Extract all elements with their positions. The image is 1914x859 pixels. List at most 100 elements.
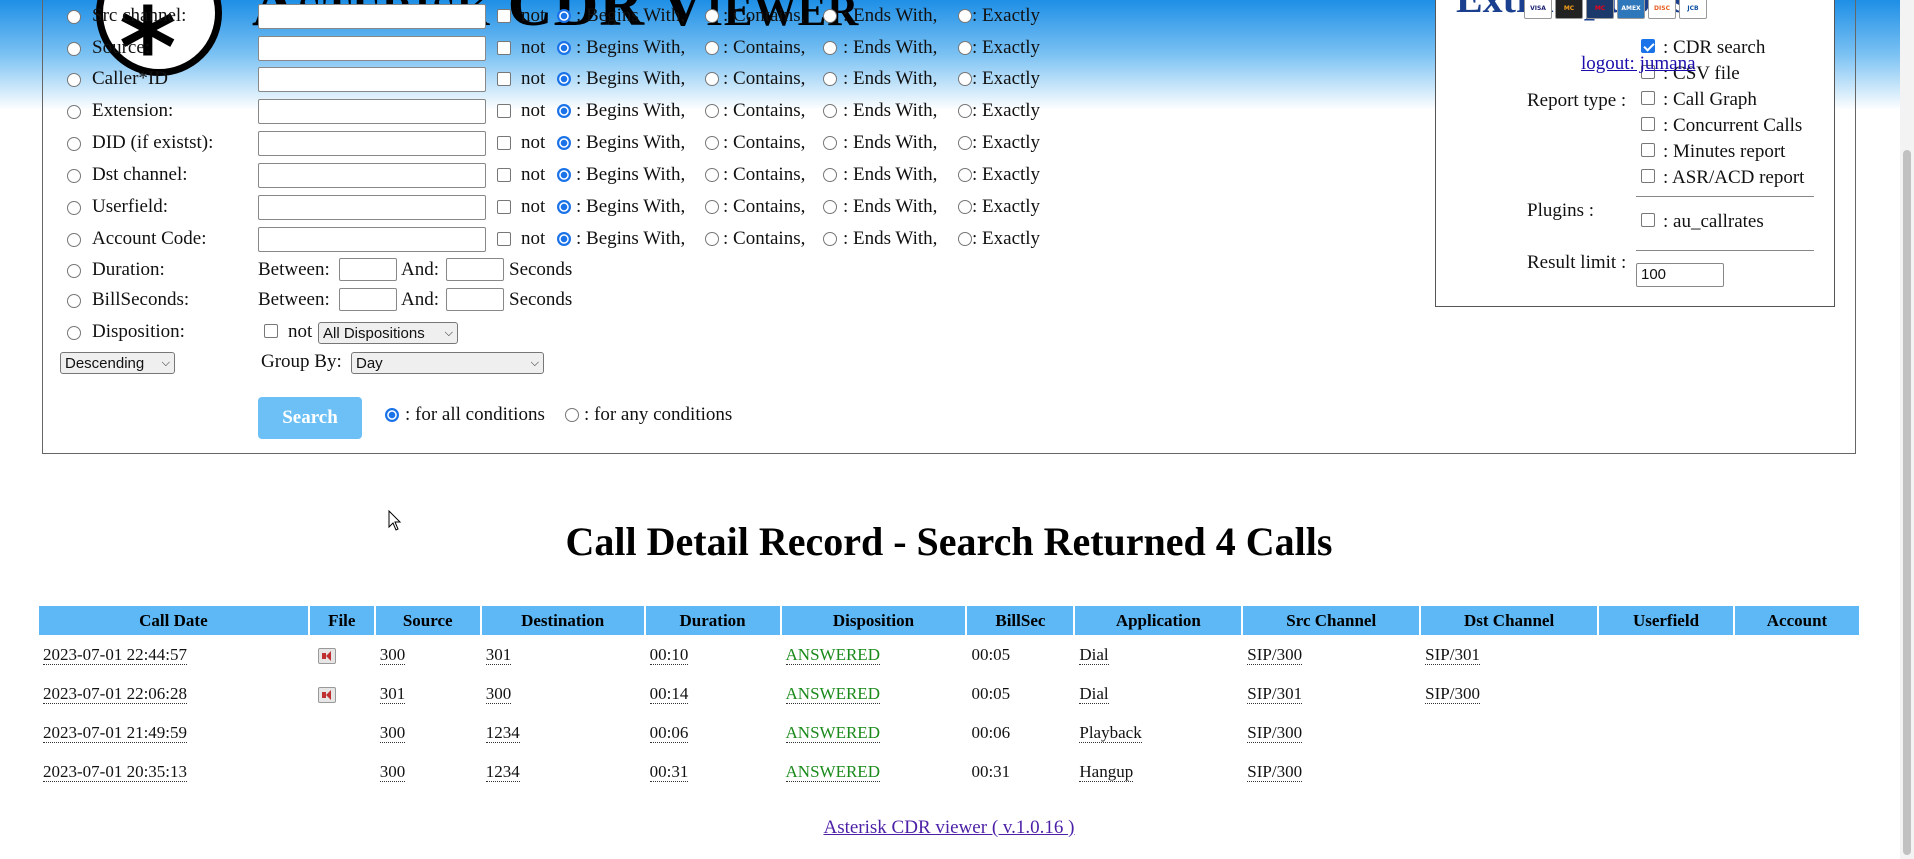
filter-sort-radio[interactable] bbox=[67, 137, 81, 151]
filter-not-checkbox[interactable] bbox=[497, 9, 511, 23]
duration-sort-radio[interactable] bbox=[67, 264, 81, 278]
match-option-radio[interactable] bbox=[557, 200, 571, 214]
all-conditions-radio[interactable] bbox=[385, 408, 399, 422]
filter-sort-radio[interactable] bbox=[67, 169, 81, 183]
version-link[interactable]: Asterisk CDR viewer ( v.1.0.16 ) bbox=[823, 817, 1074, 838]
cell-value[interactable]: Dial bbox=[1079, 683, 1109, 704]
report-type-checkbox[interactable] bbox=[1641, 169, 1655, 183]
match-option-radio[interactable] bbox=[705, 104, 719, 118]
match-option-radio[interactable] bbox=[705, 232, 719, 246]
disposition-sort-radio[interactable] bbox=[67, 326, 81, 340]
filter-not-checkbox[interactable] bbox=[497, 200, 511, 214]
match-option-radio[interactable] bbox=[705, 200, 719, 214]
cell-value[interactable]: 300 bbox=[379, 761, 406, 782]
play-recording-icon[interactable] bbox=[317, 686, 336, 703]
filter-not-checkbox[interactable] bbox=[497, 104, 511, 118]
column-header[interactable]: Dst Channel bbox=[1421, 606, 1598, 635]
match-option-radio[interactable] bbox=[557, 136, 571, 150]
column-header[interactable]: Call Date bbox=[39, 606, 308, 635]
filter-text-input[interactable] bbox=[258, 131, 486, 156]
cell-value[interactable]: 301 bbox=[379, 683, 406, 704]
column-header[interactable]: BillSec bbox=[967, 606, 1074, 635]
filter-text-input[interactable] bbox=[258, 163, 486, 188]
match-option-radio[interactable] bbox=[557, 168, 571, 182]
match-option-radio[interactable] bbox=[958, 232, 972, 246]
match-option-radio[interactable] bbox=[557, 72, 571, 86]
cell-value[interactable]: 1234 bbox=[485, 761, 520, 782]
match-option-radio[interactable] bbox=[823, 168, 837, 182]
cell-value[interactable]: 2023-07-01 22:06:28 bbox=[43, 683, 188, 704]
cell-value[interactable]: 00:06 bbox=[649, 722, 689, 743]
column-header[interactable]: Account bbox=[1734, 606, 1859, 635]
filter-not-checkbox[interactable] bbox=[497, 232, 511, 246]
report-type-checkbox[interactable] bbox=[1641, 39, 1655, 53]
report-type-checkbox[interactable] bbox=[1641, 91, 1655, 105]
filter-sort-radio[interactable] bbox=[67, 42, 81, 56]
filter-not-checkbox[interactable] bbox=[497, 72, 511, 86]
cell-value[interactable]: Dial bbox=[1079, 644, 1109, 665]
cell-value[interactable]: SIP/300 bbox=[1425, 683, 1480, 704]
cell-value[interactable]: 00:10 bbox=[649, 644, 689, 665]
cell-value[interactable]: 00:14 bbox=[649, 683, 689, 704]
group-by-select[interactable]: Day ⌵ bbox=[351, 352, 544, 374]
cell-value[interactable]: SIP/300 bbox=[1247, 644, 1303, 665]
match-option-radio[interactable] bbox=[823, 9, 837, 23]
cell-value[interactable]: ANSWERED bbox=[785, 683, 880, 704]
filter-not-checkbox[interactable] bbox=[497, 168, 511, 182]
match-option-radio[interactable] bbox=[823, 41, 837, 55]
match-option-radio[interactable] bbox=[705, 9, 719, 23]
result-limit-input[interactable]: 100 bbox=[1636, 263, 1724, 287]
cell-value[interactable]: SIP/301 bbox=[1425, 644, 1480, 665]
cell-value[interactable]: 00:31 bbox=[649, 761, 689, 782]
match-option-radio[interactable] bbox=[705, 136, 719, 150]
match-option-radio[interactable] bbox=[958, 41, 972, 55]
column-header[interactable]: Disposition bbox=[781, 606, 966, 635]
cell-value[interactable]: SIP/300 bbox=[1247, 722, 1303, 743]
filter-text-input[interactable] bbox=[258, 227, 486, 252]
filter-sort-radio[interactable] bbox=[67, 105, 81, 119]
search-button[interactable]: Search bbox=[258, 397, 362, 439]
filter-text-input[interactable] bbox=[258, 195, 486, 220]
filter-sort-radio[interactable] bbox=[67, 201, 81, 215]
cell-value[interactable]: ANSWERED bbox=[785, 722, 880, 743]
match-option-radio[interactable] bbox=[557, 9, 571, 23]
column-header[interactable]: Source bbox=[375, 606, 480, 635]
match-option-radio[interactable] bbox=[705, 72, 719, 86]
match-option-radio[interactable] bbox=[958, 136, 972, 150]
filter-not-checkbox[interactable] bbox=[497, 41, 511, 55]
column-header[interactable]: Destination bbox=[481, 606, 644, 635]
cell-value[interactable]: Hangup bbox=[1079, 761, 1134, 782]
cell-value[interactable]: ANSWERED bbox=[785, 761, 880, 782]
match-option-radio[interactable] bbox=[958, 72, 972, 86]
match-option-radio[interactable] bbox=[823, 200, 837, 214]
column-header[interactable]: Userfield bbox=[1599, 606, 1733, 635]
match-option-radio[interactable] bbox=[557, 232, 571, 246]
cell-value[interactable]: 300 bbox=[485, 683, 512, 704]
report-type-checkbox[interactable] bbox=[1641, 143, 1655, 157]
disposition-not-checkbox[interactable] bbox=[264, 324, 278, 338]
cell-value[interactable]: ANSWERED bbox=[785, 644, 880, 665]
match-option-radio[interactable] bbox=[823, 136, 837, 150]
report-type-checkbox[interactable] bbox=[1641, 117, 1655, 131]
column-header[interactable]: Application bbox=[1075, 606, 1242, 635]
filter-text-input[interactable] bbox=[258, 36, 486, 61]
match-option-radio[interactable] bbox=[823, 104, 837, 118]
filter-sort-radio[interactable] bbox=[67, 10, 81, 24]
billseconds-min-input[interactable] bbox=[339, 288, 397, 311]
cell-value[interactable]: 1234 bbox=[485, 722, 520, 743]
filter-text-input[interactable] bbox=[258, 4, 486, 29]
duration-min-input[interactable] bbox=[339, 258, 397, 281]
cell-value[interactable]: 300 bbox=[379, 722, 406, 743]
match-option-radio[interactable] bbox=[557, 104, 571, 118]
billseconds-max-input[interactable] bbox=[446, 288, 504, 311]
logout-link[interactable]: logout: jumana bbox=[1581, 53, 1696, 75]
vertical-scrollbar[interactable] bbox=[1900, 0, 1914, 859]
match-option-radio[interactable] bbox=[823, 232, 837, 246]
match-option-radio[interactable] bbox=[958, 9, 972, 23]
disposition-select[interactable]: All Dispositions ⌵ bbox=[318, 322, 458, 344]
cell-value[interactable]: SIP/301 bbox=[1247, 683, 1303, 704]
cell-value[interactable]: 301 bbox=[485, 644, 512, 665]
cell-value[interactable]: SIP/300 bbox=[1247, 761, 1303, 782]
cell-value[interactable]: 2023-07-01 22:44:57 bbox=[43, 644, 188, 665]
match-option-radio[interactable] bbox=[958, 168, 972, 182]
